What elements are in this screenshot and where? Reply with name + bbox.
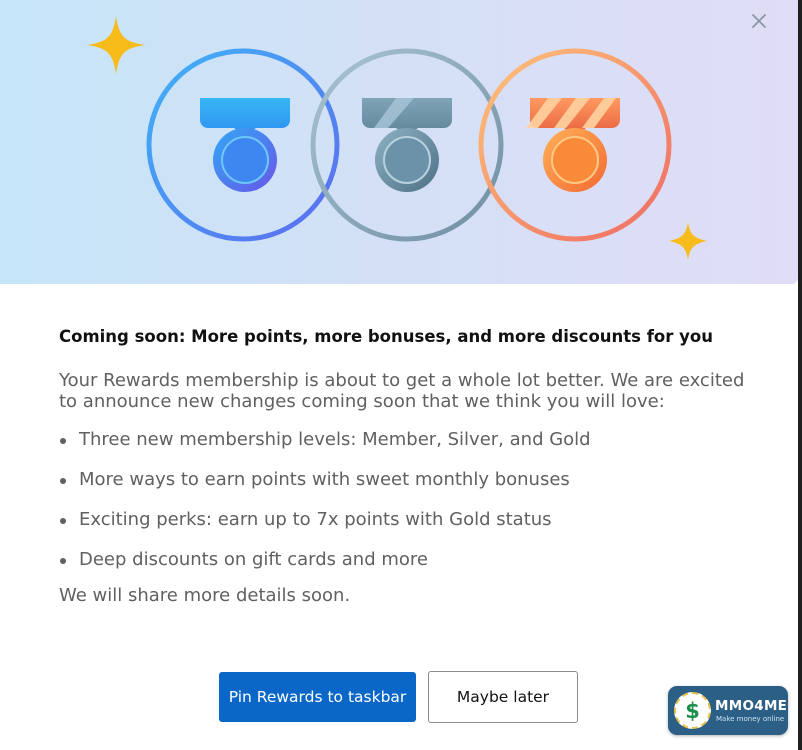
dollar-logo-icon: $ — [674, 692, 711, 729]
background-edge — [798, 0, 802, 750]
maybe-later-button[interactable]: Maybe later — [428, 671, 578, 723]
list-item: More ways to earn points with sweet mont… — [59, 468, 759, 508]
benefits-list: Three new membership levels: Member, Sil… — [59, 428, 759, 588]
list-item: Exciting perks: earn up to 7x points wit… — [59, 508, 759, 548]
sparkle-icon — [669, 222, 707, 260]
watermark-badge: $ MMO4ME Make money online — [668, 686, 788, 735]
logo-glyph: $ — [685, 698, 700, 723]
hero-banner — [0, 0, 798, 284]
sparkle-icon — [87, 16, 145, 74]
close-button[interactable] — [752, 14, 778, 40]
rewards-dialog: Coming soon: More points, more bonuses, … — [0, 0, 798, 750]
intro-text: Your Rewards membership is about to get … — [59, 370, 745, 412]
dialog-content: Coming soon: More points, more bonuses, … — [59, 326, 759, 608]
blue-medal-icon — [200, 98, 290, 192]
watermark-subtitle: Make money online — [716, 715, 785, 723]
hero-illustration — [87, 16, 707, 260]
list-item: Three new membership levels: Member, Sil… — [59, 428, 759, 468]
watermark-title: MMO4ME — [715, 698, 788, 714]
dialog-heading: Coming soon: More points, more bonuses, … — [59, 327, 713, 346]
silver-medal-icon — [362, 98, 452, 192]
bronze-medal-icon — [526, 98, 620, 192]
close-icon — [752, 14, 766, 28]
pin-rewards-button[interactable]: Pin Rewards to taskbar — [219, 672, 416, 722]
list-item: Deep discounts on gift cards and more — [59, 548, 759, 588]
